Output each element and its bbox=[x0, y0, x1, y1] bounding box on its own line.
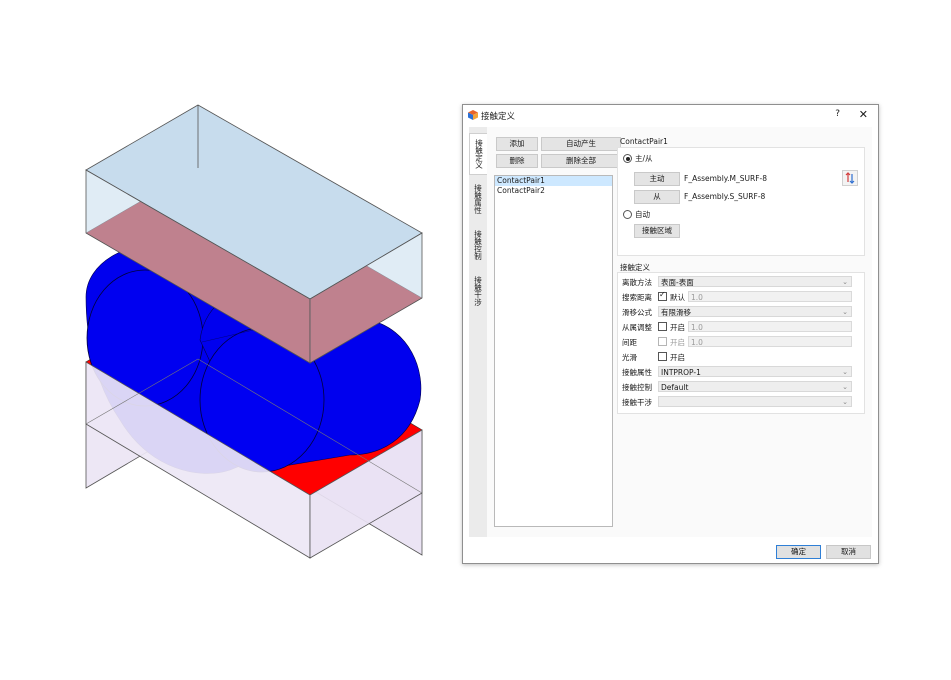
master-button[interactable]: 主动 bbox=[634, 172, 680, 186]
sliding-formulation-label: 滑移公式 bbox=[622, 308, 652, 317]
clearance-label: 间距 bbox=[622, 338, 637, 347]
search-distance-label: 搜索距离 bbox=[622, 293, 652, 302]
clearance-check-label: 开启 bbox=[670, 338, 685, 347]
dialog-title: 接触定义 bbox=[481, 112, 516, 122]
pair-group: 主/从 主动 F_Assembly.M_SURF-8 从 F_Assembly.… bbox=[617, 147, 865, 256]
swap-master-slave-button[interactable] bbox=[842, 170, 858, 186]
contact-interference-label: 接触干涉 bbox=[622, 398, 652, 407]
close-button[interactable]: ✕ bbox=[859, 108, 868, 121]
chevron-down-icon: ⌄ bbox=[842, 383, 848, 391]
tab-content: 添加 自动产生 删除 删除全部 ContactPair1 ContactPair… bbox=[487, 127, 872, 537]
contact-control-select[interactable]: Default ⌄ bbox=[658, 381, 852, 392]
search-distance-input[interactable]: 1.0 bbox=[688, 291, 852, 302]
discretization-label: 离散方法 bbox=[622, 278, 652, 287]
delete-button[interactable]: 删除 bbox=[496, 154, 538, 168]
help-button[interactable]: ? bbox=[835, 109, 840, 119]
slave-adjust-check-label: 开启 bbox=[670, 323, 685, 332]
contact-definition-dialog: 接触定义 ? ✕ 接触定义 接触属性 接触控制 接触干涉 添加 自动产生 删除 … bbox=[462, 104, 879, 564]
delete-all-button[interactable]: 删除全部 bbox=[541, 154, 621, 168]
discretization-select[interactable]: 表面-表面 ⌄ bbox=[658, 276, 852, 287]
contact-control-label: 接触控制 bbox=[622, 383, 652, 392]
contact-pair-list[interactable]: ContactPair1 ContactPair2 bbox=[494, 175, 613, 527]
master-slave-label: 主/从 bbox=[635, 154, 653, 163]
clearance-checkbox[interactable] bbox=[658, 337, 667, 346]
tab-contact-control[interactable]: 接触控制 bbox=[470, 225, 486, 265]
cancel-button[interactable]: 取消 bbox=[826, 545, 871, 559]
chevron-down-icon: ⌄ bbox=[842, 398, 848, 406]
chevron-down-icon: ⌄ bbox=[842, 308, 848, 316]
contact-interference-select[interactable]: ⌄ bbox=[658, 396, 852, 407]
contact-region-button[interactable]: 接触区域 bbox=[634, 224, 680, 238]
vertical-tab-bar: 接触定义 接触属性 接触控制 接触干涉 bbox=[469, 127, 488, 537]
tab-contact-property[interactable]: 接触属性 bbox=[470, 179, 486, 219]
list-item-contactpair1[interactable]: ContactPair1 bbox=[495, 176, 612, 186]
search-distance-default-label: 默认 bbox=[670, 293, 685, 302]
swap-arrows-icon bbox=[845, 172, 855, 184]
ok-button[interactable]: 确定 bbox=[776, 545, 821, 559]
contact-property-label: 接触属性 bbox=[622, 368, 652, 377]
smooth-check-label: 开启 bbox=[670, 353, 685, 362]
slave-adjust-input[interactable]: 1.0 bbox=[688, 321, 852, 332]
model-viewport[interactable] bbox=[0, 0, 455, 680]
add-button[interactable]: 添加 bbox=[496, 137, 538, 151]
chevron-down-icon: ⌄ bbox=[842, 368, 848, 376]
smooth-label: 光滑 bbox=[622, 353, 637, 362]
auto-generate-button[interactable]: 自动产生 bbox=[541, 137, 621, 151]
slave-adjust-label: 从属调整 bbox=[622, 323, 652, 332]
master-slave-radio[interactable] bbox=[623, 154, 632, 163]
master-surface-value: F_Assembly.M_SURF-8 bbox=[684, 174, 768, 183]
pair-group-title: ContactPair1 bbox=[620, 137, 668, 146]
clearance-input[interactable]: 1.0 bbox=[688, 336, 852, 347]
dialog-body: 接触定义 接触属性 接触控制 接触干涉 添加 自动产生 删除 删除全部 Cont… bbox=[469, 127, 872, 537]
smooth-checkbox[interactable] bbox=[658, 352, 667, 361]
definition-group: 离散方法 表面-表面 ⌄ 搜索距离 默认 1.0 滑移公式 有限滑移 ⌄ 从属调… bbox=[617, 272, 865, 414]
chevron-down-icon: ⌄ bbox=[842, 278, 848, 286]
contact-property-select[interactable]: INTPROP-1 ⌄ bbox=[658, 366, 852, 377]
tab-contact-interference[interactable]: 接触干涉 bbox=[470, 271, 486, 311]
sliding-formulation-select[interactable]: 有限滑移 ⌄ bbox=[658, 306, 852, 317]
title-bar[interactable]: 接触定义 ? ✕ bbox=[463, 105, 878, 125]
app-logo-icon bbox=[468, 110, 478, 120]
slave-surface-value: F_Assembly.S_SURF-8 bbox=[684, 192, 766, 201]
slave-button[interactable]: 从 bbox=[634, 190, 680, 204]
slave-adjust-checkbox[interactable] bbox=[658, 322, 667, 331]
auto-radio[interactable] bbox=[623, 210, 632, 219]
auto-label: 自动 bbox=[635, 210, 650, 219]
list-item-contactpair2[interactable]: ContactPair2 bbox=[495, 186, 612, 196]
tab-contact-definition[interactable]: 接触定义 bbox=[469, 133, 488, 175]
search-distance-default-checkbox[interactable] bbox=[658, 290, 667, 301]
